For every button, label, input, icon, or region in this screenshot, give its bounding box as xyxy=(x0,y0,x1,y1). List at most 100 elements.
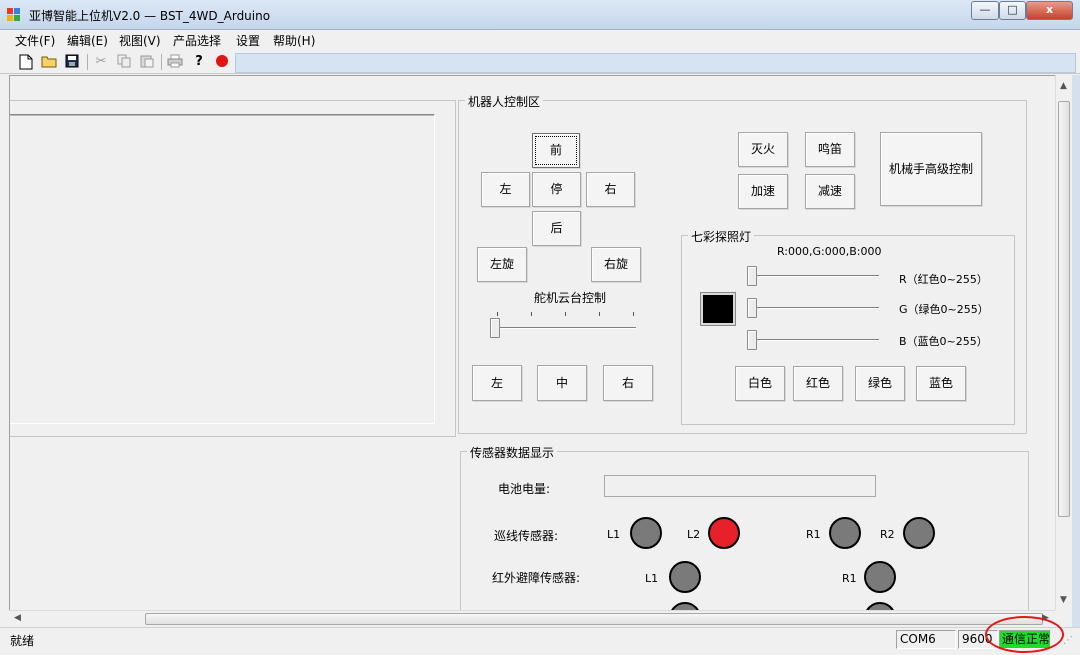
battery-label: 电池电量: xyxy=(498,482,551,496)
menu-view[interactable]: 视图(V) xyxy=(119,32,161,49)
cut-icon[interactable]: ✂ xyxy=(93,54,109,70)
ir-L1-indicator xyxy=(669,561,701,593)
title-bar[interactable]: 亚博智能上位机V2.0 — BST_4WD_Arduino — □ x xyxy=(0,0,1080,30)
slider-tick xyxy=(633,312,634,316)
blue-slider-label: B（蓝色0~255） xyxy=(899,335,988,348)
servo-left-button[interactable]: 左 xyxy=(472,365,522,401)
robot-control-title: 机器人控制区 xyxy=(465,93,544,110)
slider-tick xyxy=(565,312,566,316)
status-bar: 就绪 COM6 9600 通信正常 ⋰ xyxy=(0,616,1080,655)
paste-icon[interactable] xyxy=(139,54,155,70)
line-R2-indicator xyxy=(903,517,935,549)
window-frame-right xyxy=(1072,75,1080,627)
blue-slider-thumb[interactable] xyxy=(747,330,757,350)
rgb-color-preview xyxy=(700,292,736,326)
line-L2-indicator xyxy=(708,517,740,549)
new-file-icon[interactable] xyxy=(18,54,34,70)
horizontal-scrollbar[interactable]: ◀ ▶ xyxy=(9,610,1055,627)
right-button[interactable]: 右 xyxy=(586,172,635,207)
line-L1-indicator xyxy=(630,517,662,549)
servo-center-button[interactable]: 中 xyxy=(537,365,587,401)
servo-slider-track[interactable] xyxy=(494,327,636,329)
video-display xyxy=(10,114,435,424)
menu-file[interactable]: 文件(F) xyxy=(15,32,55,49)
line-R1-indicator xyxy=(829,517,861,549)
horizontal-scroll-thumb[interactable] xyxy=(145,613,1043,625)
line-L1-label: L1 xyxy=(607,528,621,541)
ir-sensor-label: 红外避障传感器: xyxy=(492,571,581,585)
scroll-right-arrow-icon[interactable]: ▶ xyxy=(1042,613,1049,623)
spin-left-button[interactable]: 左旋 xyxy=(477,247,527,282)
toolbar: ✂ ? xyxy=(0,50,1080,74)
stop-button[interactable]: 停 xyxy=(532,172,581,207)
maximize-button[interactable]: □ xyxy=(999,1,1026,20)
accelerate-button[interactable]: 加速 xyxy=(738,174,788,209)
print-icon[interactable] xyxy=(167,54,183,70)
toolbar-separator xyxy=(87,54,88,70)
ir-L1-label: L1 xyxy=(645,572,659,585)
servo-slider-thumb[interactable] xyxy=(490,318,500,338)
status-comm: 通信正常 xyxy=(999,630,1051,649)
open-folder-icon[interactable] xyxy=(41,54,57,70)
arm-advanced-button[interactable]: 机械手高级控制 xyxy=(880,132,982,206)
white-button[interactable]: 白色 xyxy=(735,366,785,401)
blue-slider-track[interactable] xyxy=(751,339,879,341)
extinguish-button[interactable]: 灭火 xyxy=(738,132,788,167)
forward-button[interactable]: 前 xyxy=(532,133,580,168)
menu-bar: 文件(F) 编辑(E) 视图(V) 产品选择 设置 帮助(H) xyxy=(0,30,1080,50)
scroll-up-arrow-icon[interactable]: ▲ xyxy=(1060,81,1067,91)
menu-settings[interactable]: 设置 xyxy=(236,32,260,49)
rgb-readout: R:000,G:000,B:000 xyxy=(777,245,882,258)
status-ready: 就绪 xyxy=(10,634,35,648)
save-icon[interactable] xyxy=(64,54,80,70)
vertical-scrollbar[interactable]: ▲ ▼ xyxy=(1055,75,1072,610)
horn-button[interactable]: 鸣笛 xyxy=(805,132,855,167)
close-button[interactable]: x xyxy=(1026,1,1073,20)
servo-right-button[interactable]: 右 xyxy=(603,365,653,401)
sensor-title: 传感器数据显示 xyxy=(467,444,558,461)
minimize-button[interactable]: — xyxy=(971,1,999,20)
copy-icon[interactable] xyxy=(116,54,132,70)
red-slider-thumb[interactable] xyxy=(747,266,757,286)
servo-title: 舵机云台控制 xyxy=(534,291,607,305)
menu-product[interactable]: 产品选择 xyxy=(173,32,221,49)
scroll-down-arrow-icon[interactable]: ▼ xyxy=(1060,595,1067,605)
client-area: 机器人控制区 前 左 停 右 后 左旋 右旋 舵机云台控制 左 中 右 灭火 鸣… xyxy=(9,75,1055,610)
line-R1-label: R1 xyxy=(806,528,821,541)
line-R2-label: R2 xyxy=(880,528,895,541)
window-frame-left xyxy=(0,75,9,627)
blue-button[interactable]: 蓝色 xyxy=(916,366,966,401)
menu-edit[interactable]: 编辑(E) xyxy=(67,32,108,49)
window-title: 亚博智能上位机V2.0 — BST_4WD_Arduino xyxy=(29,9,271,23)
record-icon[interactable] xyxy=(214,54,230,70)
scroll-left-arrow-icon[interactable]: ◀ xyxy=(14,613,21,623)
red-slider-track[interactable] xyxy=(751,275,879,277)
ir-R1-label: R1 xyxy=(842,572,857,585)
status-port: COM6 xyxy=(896,630,956,649)
left-button[interactable]: 左 xyxy=(481,172,530,207)
back-button[interactable]: 后 xyxy=(532,211,581,246)
toolbar-separator xyxy=(161,54,162,70)
line-sensor-label: 巡线传感器: xyxy=(494,529,559,543)
slider-tick xyxy=(531,312,532,316)
status-baud: 9600 xyxy=(958,630,998,649)
ir-R1-indicator xyxy=(864,561,896,593)
battery-level-field xyxy=(604,475,876,497)
toolbar-band xyxy=(235,53,1076,73)
decelerate-button[interactable]: 减速 xyxy=(805,174,855,209)
red-slider-label: R（红色0~255） xyxy=(899,273,988,286)
green-slider-label: G（绿色0~255） xyxy=(899,303,989,316)
spin-right-button[interactable]: 右旋 xyxy=(591,247,641,282)
rgb-light-title: 七彩探照灯 xyxy=(688,228,755,245)
line-L2-label: L2 xyxy=(687,528,701,541)
slider-tick xyxy=(599,312,600,316)
green-slider-thumb[interactable] xyxy=(747,298,757,318)
slider-tick xyxy=(497,312,498,316)
help-icon[interactable]: ? xyxy=(191,54,207,70)
green-button[interactable]: 绿色 xyxy=(855,366,905,401)
green-slider-track[interactable] xyxy=(751,307,879,309)
menu-help[interactable]: 帮助(H) xyxy=(273,32,315,49)
resize-grip-icon[interactable]: ⋰ xyxy=(1063,635,1073,646)
vertical-scroll-thumb[interactable] xyxy=(1058,101,1070,517)
red-button[interactable]: 红色 xyxy=(793,366,843,401)
